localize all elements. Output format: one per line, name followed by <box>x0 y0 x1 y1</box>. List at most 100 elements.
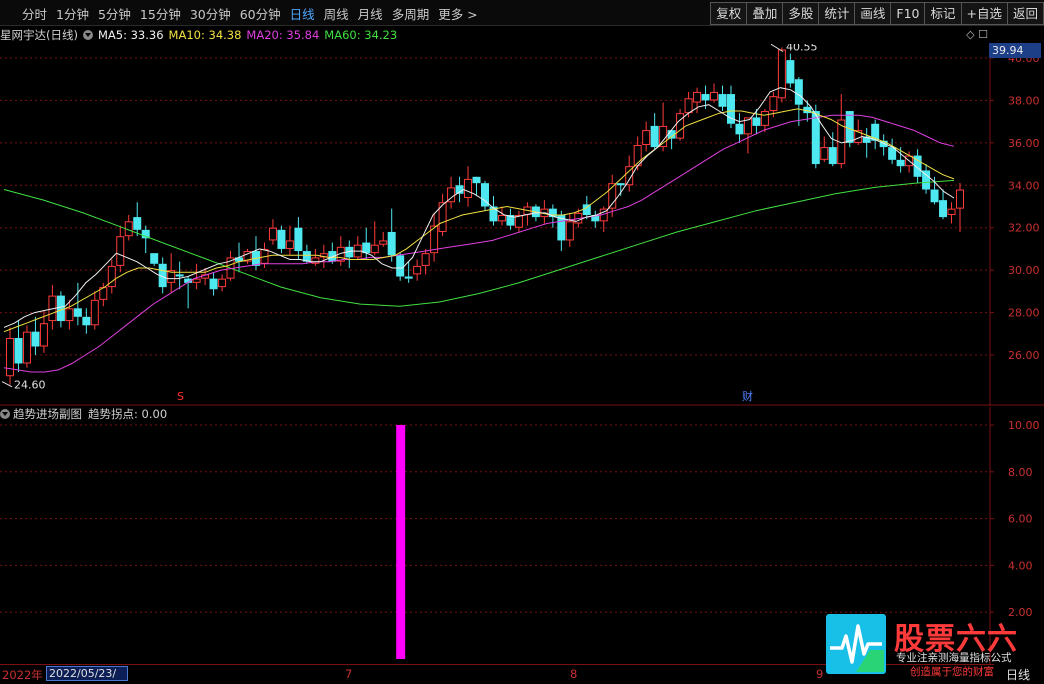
candle <box>913 149 922 184</box>
candle-body <box>676 113 685 139</box>
toolbar-button-0[interactable]: 复权 <box>710 2 747 25</box>
candle-body <box>947 208 956 215</box>
period-tab-7[interactable]: 周线 <box>324 4 349 23</box>
candle-body <box>56 295 65 322</box>
current-price-tag: 39.94 <box>989 43 1041 58</box>
candle <box>447 176 456 209</box>
ma60-label: MA60: 34.23 <box>324 28 398 42</box>
candle <box>676 108 685 141</box>
candle-body <box>472 176 481 184</box>
candle <box>430 212 439 262</box>
period-tab-10[interactable]: 更多 > <box>438 4 477 23</box>
candle-body <box>497 214 506 222</box>
candle <box>133 202 142 237</box>
candle-body <box>896 159 905 167</box>
period-tab-1[interactable]: 1分钟 <box>56 4 89 23</box>
candle <box>616 183 625 196</box>
candle <box>455 176 464 203</box>
toolbar-button-6[interactable]: 标记 <box>924 2 961 25</box>
toolbar-button-7[interactable]: +自选 <box>960 2 1007 25</box>
candlestick-chart[interactable]: 40.0038.0036.0034.0032.0030.0028.0026.00… <box>0 44 1044 406</box>
candle-body <box>582 204 591 215</box>
candle <box>107 259 116 294</box>
candle <box>413 259 422 281</box>
candle <box>922 164 931 194</box>
ma60-line <box>3 179 955 307</box>
candle-body <box>922 170 931 190</box>
candle <box>820 136 829 162</box>
y-tick-label: 28.00 <box>1008 307 1040 320</box>
watermark-logo: 股票六六 专业注亲测海量指标公式 创造属于您的财富 <box>826 614 1044 682</box>
candle-body <box>31 331 40 347</box>
candle-body <box>209 278 218 290</box>
stock-name[interactable]: 星网宇达(日线) <box>0 27 78 43</box>
period-tab-3[interactable]: 15分钟 <box>140 4 181 23</box>
candle <box>540 200 549 224</box>
toolbar-button-3[interactable]: 统计 <box>818 2 855 25</box>
toolbar-button-2[interactable]: 多股 <box>782 2 819 25</box>
toolbar-button-1[interactable]: 叠加 <box>746 2 783 25</box>
candle <box>956 183 964 232</box>
candle <box>506 208 515 230</box>
period-tab-4[interactable]: 30分钟 <box>190 4 231 23</box>
candle <box>167 253 176 294</box>
candle-body <box>760 111 769 126</box>
candle <box>718 85 727 112</box>
candle <box>777 47 786 103</box>
candle-body <box>642 130 651 145</box>
candle <box>362 227 371 260</box>
candle <box>218 274 227 292</box>
chart-settings-icons[interactable]: ◇ ☐ <box>966 28 988 41</box>
candle <box>370 221 379 256</box>
cursor-date: 2022/05/23/一 <box>46 666 128 684</box>
candle-body <box>616 183 625 186</box>
sub-y-tick-label: 8.00 <box>1008 466 1033 479</box>
toolbar-right-buttons: 复权 叠加 多股 统计 画线 F10 标记 +自选 返回 <box>710 2 1044 25</box>
toolbar-button-8[interactable]: 返回 <box>1006 2 1044 25</box>
candle-body <box>285 240 294 249</box>
candle <box>871 119 880 150</box>
candle <box>277 225 286 254</box>
sub-y-tick-label: 10.00 <box>1008 419 1040 432</box>
candle <box>116 225 125 273</box>
indicator-bar <box>396 425 406 659</box>
candle <box>379 231 388 247</box>
candle <box>497 206 506 226</box>
candle-body <box>90 299 99 326</box>
ma5-label: MA5: 33.36 <box>97 28 164 42</box>
period-tab-8[interactable]: 月线 <box>358 4 383 23</box>
period-tab-2[interactable]: 5分钟 <box>98 4 131 23</box>
period-tab-6[interactable]: 日线 <box>290 4 315 23</box>
collapse-icon[interactable] <box>82 30 93 40</box>
y-tick-label: 32.00 <box>1008 222 1040 235</box>
candle <box>837 94 846 169</box>
toolbar-button-4[interactable]: 画线 <box>854 2 891 25</box>
main-legend: 星网宇达(日线) MA5: 33.36 MA10: 34.38 MA20: 35… <box>0 27 402 43</box>
candle-body <box>650 125 659 148</box>
toolbar-button-5[interactable]: F10 <box>890 2 925 25</box>
candle <box>48 284 57 330</box>
month-label-9: 9 <box>816 667 824 681</box>
month-label-7: 7 <box>345 667 353 681</box>
candle <box>311 248 320 266</box>
candle-body <box>930 189 939 203</box>
candle-body <box>379 240 388 245</box>
candle <box>794 77 803 126</box>
candle-body <box>404 276 413 279</box>
period-tab-5[interactable]: 60分钟 <box>240 4 281 23</box>
y-tick-label: 38.00 <box>1008 94 1040 107</box>
ma5-line <box>3 87 955 328</box>
candle <box>650 113 659 150</box>
candle-body <box>735 123 744 135</box>
candle-body <box>65 308 74 322</box>
period-tab-9[interactable]: 多周期 <box>392 4 430 23</box>
candle <box>268 219 277 245</box>
year-label: 2022年 <box>2 668 43 682</box>
candle-body <box>464 178 473 199</box>
candle <box>31 316 40 355</box>
y-tick-label: 30.00 <box>1008 264 1040 277</box>
candle-body <box>22 331 31 364</box>
period-tab-0[interactable]: 分时 <box>22 4 47 23</box>
candle <box>514 210 523 232</box>
ma20-line <box>3 114 955 373</box>
